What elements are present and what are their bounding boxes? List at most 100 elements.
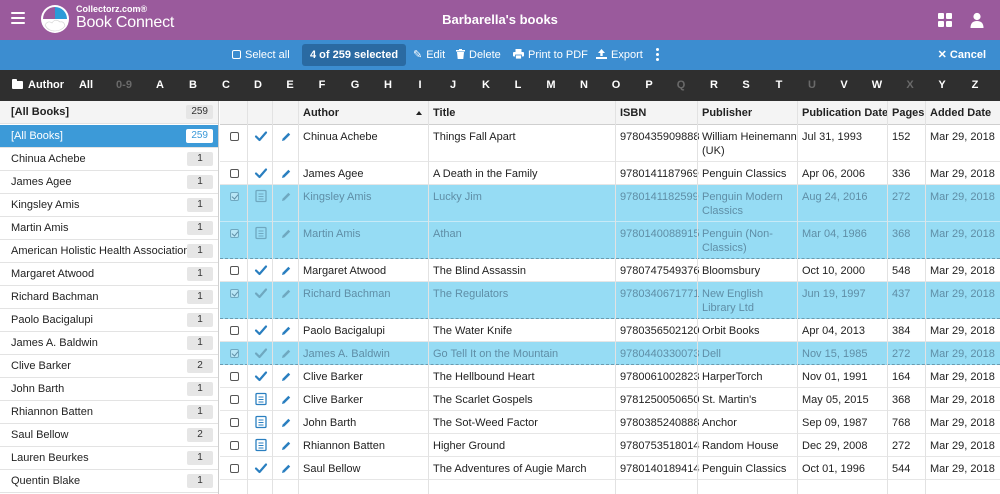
letter-filter-w[interactable]: W — [867, 70, 887, 101]
sidebar-item[interactable]: American Holistic Health Association 1 — [0, 240, 218, 263]
sidebar-item[interactable]: Quentin Blake 1 — [0, 470, 218, 493]
letter-filter-d[interactable]: D — [248, 70, 268, 101]
row-checkbox[interactable] — [230, 418, 239, 427]
hamburger-icon[interactable] — [11, 12, 25, 26]
sidebar-item[interactable]: James Agee 1 — [0, 171, 218, 194]
row-checkbox[interactable] — [230, 464, 239, 473]
row-checkbox[interactable] — [230, 169, 239, 178]
letter-filter-q[interactable]: Q — [671, 70, 691, 101]
column-header-isbn[interactable]: ISBN — [620, 101, 646, 125]
author-folder-button[interactable]: Author — [0, 70, 66, 101]
column-header-pubdate[interactable]: Publication Date — [802, 101, 888, 125]
row-checkbox[interactable] — [230, 326, 239, 335]
row-checkbox[interactable] — [230, 132, 239, 141]
column-header-title[interactable]: Title — [433, 101, 455, 125]
pencil-icon[interactable] — [280, 191, 292, 203]
row-checkbox[interactable] — [230, 266, 239, 275]
pencil-icon[interactable] — [280, 348, 292, 360]
sidebar-item[interactable]: Lauren Beurkes 1 — [0, 447, 218, 470]
pencil-icon[interactable] — [280, 265, 292, 277]
pencil-icon[interactable] — [280, 371, 292, 383]
delete-button[interactable]: Delete — [456, 40, 501, 70]
letter-filter-l[interactable]: L — [508, 70, 528, 101]
letter-filter-e[interactable]: E — [280, 70, 300, 101]
letter-filter-0-9[interactable]: 0-9 — [114, 70, 134, 101]
row-checkbox[interactable] — [230, 229, 239, 238]
export-button[interactable]: Export — [596, 40, 643, 70]
letter-filter-m[interactable]: M — [541, 70, 561, 101]
row-checkbox[interactable] — [230, 192, 239, 201]
letter-filter-u[interactable]: U — [802, 70, 822, 101]
sidebar-item[interactable]: John Barth 1 — [0, 378, 218, 401]
select-all-button[interactable]: Select all — [232, 40, 290, 70]
letter-filter-j[interactable]: J — [443, 70, 463, 101]
sidebar-item[interactable]: Rhiannon Batten 1 — [0, 401, 218, 424]
sidebar-item[interactable]: Paolo Bacigalupi 1 — [0, 309, 218, 332]
column-header-added[interactable]: Added Date — [930, 101, 991, 125]
row-checkbox[interactable] — [230, 349, 239, 358]
pencil-icon[interactable] — [280, 463, 292, 475]
letter-filter-k[interactable]: K — [476, 70, 496, 101]
sidebar-item[interactable]: Margaret Atwood 1 — [0, 263, 218, 286]
table-row[interactable]: Paolo Bacigalupi The Water Knife 978035650… — [220, 319, 1000, 342]
column-header-author[interactable]: Author — [303, 101, 339, 125]
pencil-icon[interactable] — [280, 394, 292, 406]
collectorz-logo[interactable] — [40, 4, 70, 34]
column-header-pages[interactable]: Pages — [892, 101, 924, 125]
letter-filter-p[interactable]: P — [639, 70, 659, 101]
letter-filter-x[interactable]: X — [900, 70, 920, 101]
sidebar-item[interactable]: James A. Baldwin 1 — [0, 332, 218, 355]
sidebar-item[interactable]: Saul Bellow 2 — [0, 424, 218, 447]
table-row[interactable]: John Barth The Sot-Weed Factor 97803852408… — [220, 411, 1000, 434]
letter-filter-y[interactable]: Y — [932, 70, 952, 101]
table-row[interactable]: Richard Bachman The Regulators 97803406717… — [220, 282, 1000, 319]
pencil-icon[interactable] — [280, 325, 292, 337]
letter-filter-c[interactable]: C — [216, 70, 236, 101]
letter-filter-f[interactable]: F — [312, 70, 332, 101]
sidebar-item[interactable]: Martin Amis 1 — [0, 217, 218, 240]
letter-filter-s[interactable]: S — [736, 70, 756, 101]
table-row[interactable]: James Agee A Death in the Family 978014118… — [220, 162, 1000, 185]
table-row[interactable]: Rhiannon Batten Higher Ground 978075351801… — [220, 434, 1000, 457]
cancel-button[interactable]: ✕ Cancel — [938, 40, 986, 70]
pencil-icon[interactable] — [280, 417, 292, 429]
letter-filter-h[interactable]: H — [378, 70, 398, 101]
letter-filter-z[interactable]: Z — [965, 70, 985, 101]
pencil-icon[interactable] — [280, 168, 292, 180]
sidebar-item[interactable]: Kingsley Amis 1 — [0, 194, 218, 217]
letter-filter-all[interactable]: All — [76, 70, 96, 101]
row-checkbox[interactable] — [230, 372, 239, 381]
sidebar-item[interactable]: Richard Bachman 1 — [0, 286, 218, 309]
letter-filter-i[interactable]: I — [410, 70, 430, 101]
table-row[interactable]: Margaret Atwood The Blind Assassin 9780747… — [220, 259, 1000, 282]
table-row[interactable]: Chinua Achebe Things Fall Apart 9780435909… — [220, 125, 1000, 162]
edit-button[interactable]: ✎ Edit — [413, 40, 445, 70]
table-row[interactable]: Clive Barker The Hellbound Heart 978006100… — [220, 365, 1000, 388]
letter-filter-o[interactable]: O — [606, 70, 626, 101]
table-row[interactable]: James A. Baldwin Go Tell It on the Mounta… — [220, 342, 1000, 365]
table-row[interactable]: Clive Barker The Scarlet Gospels 978125005… — [220, 388, 1000, 411]
row-checkbox[interactable] — [230, 395, 239, 404]
letter-filter-v[interactable]: V — [834, 70, 854, 101]
more-options-icon[interactable] — [656, 48, 660, 62]
pencil-icon[interactable] — [280, 440, 292, 452]
table-row[interactable]: Martin Amis Athan 9780140088915 Penguin (No… — [220, 222, 1000, 259]
letter-filter-a[interactable]: A — [150, 70, 170, 101]
letter-filter-t[interactable]: T — [769, 70, 789, 101]
table-row[interactable]: Saul Bellow The Adventures of Augie March… — [220, 457, 1000, 480]
letter-filter-b[interactable]: B — [183, 70, 203, 101]
letter-filter-g[interactable]: G — [345, 70, 365, 101]
table-row[interactable]: Kingsley Amis Lucky Jim 9780141182599 Pengu… — [220, 185, 1000, 222]
pencil-icon[interactable] — [280, 288, 292, 300]
user-icon[interactable] — [970, 12, 984, 28]
letter-filter-r[interactable]: R — [704, 70, 724, 101]
column-header-publisher[interactable]: Publisher — [702, 101, 752, 125]
pencil-icon[interactable] — [280, 131, 292, 143]
row-checkbox[interactable] — [230, 289, 239, 298]
pencil-icon[interactable] — [280, 228, 292, 240]
sidebar-item[interactable]: Clive Barker 2 — [0, 355, 218, 378]
print-pdf-button[interactable]: Print to PDF — [513, 40, 588, 70]
sidebar-item[interactable]: [All Books] 259 — [0, 125, 218, 148]
sidebar-item[interactable]: Chinua Achebe 1 — [0, 148, 218, 171]
row-checkbox[interactable] — [230, 441, 239, 450]
